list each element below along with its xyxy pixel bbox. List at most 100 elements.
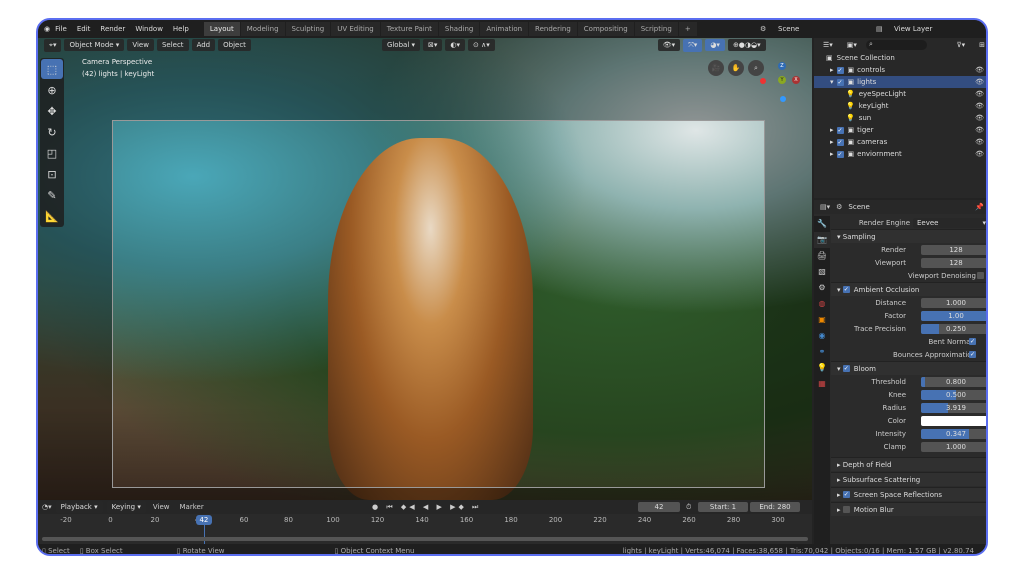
collapsed-panel-header[interactable]: ▸ Depth of Field [831, 457, 988, 471]
navigation-gizmo[interactable]: Z Y X [756, 58, 806, 108]
tab-sculpting[interactable]: Sculpting [286, 22, 331, 36]
menu-help[interactable]: Help [173, 25, 189, 33]
render-engine-select[interactable]: Eevee▾ [913, 218, 988, 228]
expand-arrow-icon[interactable]: ▸ [830, 126, 834, 134]
knee-slider[interactable]: 0.500 [921, 390, 988, 400]
collapsed-panel-header[interactable]: ▸ Subsurface Scattering [831, 472, 988, 486]
data-tab-icon[interactable]: 💡 [814, 360, 830, 376]
eye-icon[interactable]: 👁 [975, 126, 984, 134]
outliner-item[interactable]: ▾ ✓▣ lights👁 [814, 76, 988, 88]
outliner-item[interactable]: ▸ ✓▣ enviornment👁 [814, 148, 988, 160]
expand-arrow-icon[interactable]: ▸ [830, 66, 834, 74]
move-tool-icon[interactable]: ✥ [41, 101, 63, 121]
current-frame-field[interactable]: 42 [638, 502, 680, 512]
view-menu[interactable]: View [127, 39, 154, 51]
ao-enable-checkbox[interactable]: ✓ [843, 286, 850, 293]
annotate-tool-icon[interactable]: ✎ [41, 185, 63, 205]
select-menu[interactable]: Select [157, 39, 189, 51]
viewport-samples-field[interactable]: 128 [921, 258, 988, 268]
stopwatch-icon[interactable]: ⏱ [686, 503, 691, 512]
tab-texture-paint[interactable]: Texture Paint [381, 22, 438, 36]
xray-icon[interactable]: ◕▾ [705, 39, 725, 51]
pivot-icon[interactable]: ⊠▾ [423, 39, 442, 51]
playback-menu[interactable]: Playback ▾ [56, 501, 103, 513]
tab-layout[interactable]: Layout [204, 22, 240, 36]
playhead-line[interactable] [204, 525, 205, 544]
visibility-checkbox[interactable]: ✓ [837, 79, 844, 86]
bloom-color-swatch[interactable] [921, 416, 988, 426]
bent-normals-checkbox[interactable]: ✓ [969, 338, 976, 345]
overlay-icon[interactable]: ⤧▾ [683, 39, 702, 52]
rotate-tool-icon[interactable]: ↻ [41, 122, 63, 142]
gizmo-neg-z[interactable] [780, 96, 786, 102]
eye-icon[interactable]: 👁 [975, 150, 984, 158]
tab-shading[interactable]: Shading [439, 22, 479, 36]
outliner-item[interactable]: 💡sun👁 [814, 112, 988, 124]
tab-compositing[interactable]: Compositing [578, 22, 634, 36]
tab-animation[interactable]: Animation [480, 22, 528, 36]
timeline-view-menu[interactable]: View [150, 503, 173, 511]
expand-arrow-icon[interactable]: ▸ [830, 150, 834, 158]
playhead-frame-badge[interactable]: 42 [196, 515, 212, 525]
visibility-checkbox[interactable]: ✓ [837, 151, 844, 158]
object-menu[interactable]: Object [218, 39, 251, 51]
gizmo-neg-x[interactable] [760, 78, 766, 84]
panel-enable-checkbox[interactable] [843, 506, 850, 513]
eye-icon[interactable]: 👁 [975, 90, 984, 98]
eye-icon[interactable]: 👁 [975, 138, 984, 146]
display-mode-icon[interactable]: ☰▾ [818, 39, 838, 51]
collapsed-panel-header[interactable]: ▸ ✓Screen Space Reflections [831, 487, 988, 501]
mode-select[interactable]: Object Mode ▾ [64, 39, 124, 51]
scale-tool-icon[interactable]: ◰ [41, 143, 63, 163]
pan-hand-icon[interactable]: ✋ [728, 60, 744, 76]
eye-icon[interactable]: 👁 [975, 102, 984, 110]
visibility-checkbox[interactable]: ✓ [837, 127, 844, 134]
menu-file[interactable]: File [55, 25, 67, 33]
texture-tab-icon[interactable]: ▦ [814, 376, 830, 392]
viewport-denoising-checkbox[interactable] [977, 272, 984, 279]
expand-arrow-icon[interactable]: ▸ [830, 138, 834, 146]
outliner-item[interactable]: 💡keyLight👁 [814, 100, 988, 112]
tab-modeling[interactable]: Modeling [241, 22, 285, 36]
add-workspace-button[interactable]: + [679, 22, 697, 36]
outliner-search-input[interactable]: ⌕ [866, 40, 928, 50]
factor-slider[interactable]: 1.00 [921, 311, 988, 321]
trace-precision-slider[interactable]: 0.250 [921, 324, 988, 334]
editor-type-button[interactable]: ⌖▾ [44, 39, 61, 52]
collapsed-panel-header[interactable]: ▸ Motion Blur [831, 502, 988, 516]
tab-uv-editing[interactable]: UV Editing [331, 22, 380, 36]
shading-modes[interactable]: ⊕●◑◒▾ [728, 39, 766, 51]
visibility-checkbox[interactable]: ✓ [837, 139, 844, 146]
menu-edit[interactable]: Edit [77, 25, 91, 33]
tab-rendering[interactable]: Rendering [529, 22, 577, 36]
timeline-editor-type-icon[interactable]: ◔▾ [42, 503, 52, 511]
menu-render[interactable]: Render [100, 25, 125, 33]
ambient-occlusion-panel-header[interactable]: ▾ ✓Ambient Occlusion [831, 282, 988, 296]
menu-window[interactable]: Window [135, 25, 163, 33]
distance-field[interactable]: 1.000 [921, 298, 988, 308]
bloom-panel-header[interactable]: ▾ ✓Bloom [831, 361, 988, 375]
measure-tool-icon[interactable]: 📐 [41, 206, 63, 226]
outliner-item[interactable]: ▸ ✓▣ controls👁 [814, 64, 988, 76]
end-frame-field[interactable]: End: 280 [750, 502, 800, 512]
outliner-item[interactable]: 💡eyeSpecLight👁 [814, 88, 988, 100]
scene-icon[interactable]: ⚙ [760, 25, 766, 33]
sampling-panel-header[interactable]: ▾ Sampling [831, 229, 988, 243]
select-box-tool-icon[interactable]: ⬚ [41, 59, 63, 79]
tab-scripting[interactable]: Scripting [635, 22, 678, 36]
gizmo-y[interactable]: Y [778, 76, 786, 84]
snap-icon[interactable]: ◐▾ [445, 39, 465, 51]
cursor-tool-icon[interactable]: ⊕ [41, 80, 63, 100]
pin-icon[interactable]: 📌 [975, 203, 984, 211]
bounces-checkbox[interactable]: ✓ [969, 351, 976, 358]
eye-icon[interactable]: 👁 [975, 78, 984, 86]
keying-menu[interactable]: Keying ▾ [107, 501, 146, 513]
view-layer-name[interactable]: View Layer [894, 25, 932, 33]
intensity-slider[interactable]: 0.347 [921, 429, 988, 439]
object-tab-icon[interactable]: ▣ [814, 312, 830, 328]
scene-tab-icon[interactable]: ⚙ [814, 280, 830, 296]
render-samples-field[interactable]: 128 [921, 245, 988, 255]
filter-icon[interactable]: ⊽▾ [951, 39, 970, 51]
filter-view-icon[interactable]: ▣▾ [842, 39, 862, 51]
new-collection-icon[interactable]: ⊞ [974, 39, 988, 51]
